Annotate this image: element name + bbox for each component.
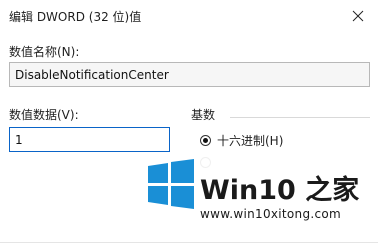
title-bar: 编辑 DWORD (32 位)值 [0, 0, 378, 31]
value-data-label: 数值数据(V): [9, 108, 79, 122]
value-name-field[interactable]: DisableNotificationCenter [9, 62, 370, 87]
value-data-input[interactable]: 1 [9, 127, 170, 152]
close-button[interactable] [338, 0, 378, 31]
close-icon [352, 10, 364, 21]
radio-hexadecimal-label: 十六进制(H) [217, 133, 284, 148]
base-group-divider [230, 117, 370, 118]
value-name-text: DisableNotificationCenter [15, 67, 169, 82]
base-group-label: 基数 [191, 108, 216, 122]
radio-hexadecimal[interactable]: 十六进制(H) [200, 131, 283, 149]
value-data-text: 1 [15, 132, 23, 147]
dialog-title: 编辑 DWORD (32 位)值 [9, 10, 142, 24]
radio-button-selected-icon [200, 134, 211, 146]
watermark-url: www.win10xitong.com [200, 207, 342, 221]
windows-logo-icon [148, 159, 194, 209]
value-name-label: 数值名称(N): [9, 45, 80, 59]
edit-dword-dialog: 编辑 DWORD (32 位)值 数值名称(N): DisableNotific… [0, 0, 378, 243]
watermark-brand: Win10 之家 [200, 175, 360, 206]
